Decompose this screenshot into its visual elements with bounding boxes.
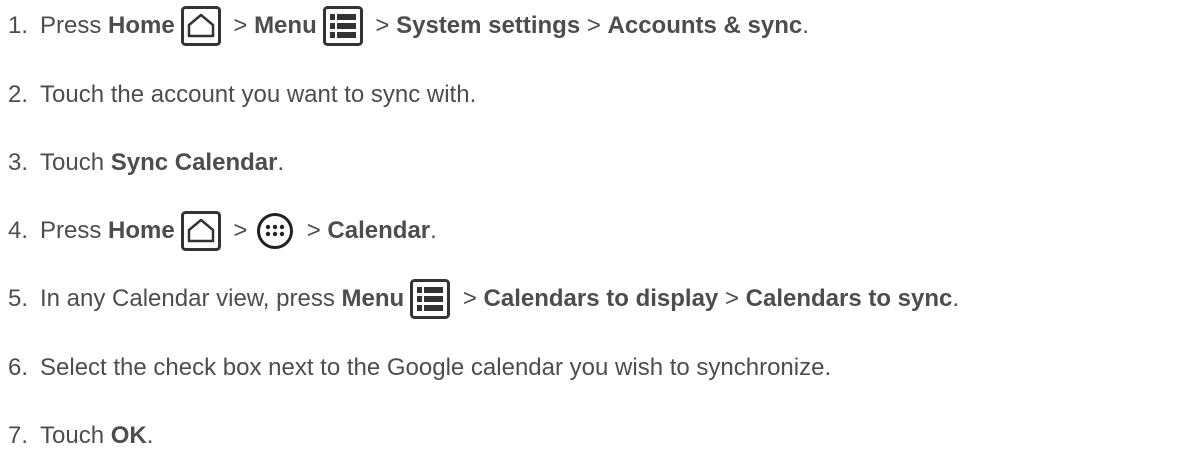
sync-calendar-label: Sync Calendar [110, 149, 278, 176]
separator: > [456, 285, 484, 312]
accounts-sync-label: Accounts & sync [607, 12, 803, 39]
separator: > [368, 12, 397, 39]
menu-label: Menu [254, 12, 317, 39]
step-text: Press [40, 12, 109, 39]
step-2: 2. Touch the account you want to sync wi… [8, 73, 476, 117]
separator: > [580, 12, 608, 39]
calendars-to-sync-label: Calendars to sync [745, 285, 953, 312]
step-text: Touch the account you want to sync with. [40, 81, 477, 108]
period: . [430, 217, 437, 244]
step-text: Touch [40, 149, 111, 176]
step-4: 4. Press Home > > Calendar . [8, 209, 437, 253]
apps-icon [256, 212, 294, 250]
calendars-to-display-label: Calendars to display [483, 285, 719, 312]
step-6: 6. Select the check box next to the Goog… [8, 346, 831, 390]
separator: > [226, 217, 255, 244]
period: . [277, 149, 285, 176]
step-number: 1. [8, 12, 29, 39]
menu-icon [322, 6, 363, 46]
home-icon [180, 6, 221, 46]
step-3: 3. Touch Sync Calendar . [8, 141, 284, 185]
step-number: 2. [8, 81, 29, 108]
step-number: 3. [8, 149, 29, 176]
step-5: 5. In any Calendar view, press Menu > Ca… [8, 277, 959, 321]
home-label: Home [108, 12, 175, 39]
step-1: 1. Press Home > Menu > System settings >… [8, 4, 809, 48]
menu-label: Menu [341, 285, 405, 312]
separator: > [226, 12, 255, 39]
home-icon [180, 211, 221, 251]
separator: > [718, 285, 746, 312]
system-settings-label: System settings [396, 12, 581, 39]
home-label: Home [108, 217, 175, 244]
ok-label: OK [110, 422, 147, 449]
instruction-steps: 1. Press Home > Menu > System settings >… [0, 0, 1184, 461]
step-7: 7. Touch OK . [8, 414, 153, 458]
period: . [802, 12, 809, 39]
calendar-label: Calendar [327, 217, 431, 244]
step-number: 4. [8, 217, 29, 244]
step-text: Select the check box next to the Google … [40, 354, 832, 381]
step-number: 7. [8, 422, 29, 449]
menu-icon [410, 279, 451, 319]
period: . [146, 422, 154, 449]
separator: > [300, 217, 328, 244]
step-number: 6. [8, 354, 29, 381]
step-number: 5. [8, 285, 29, 312]
period: . [952, 285, 960, 312]
step-text: Touch [40, 422, 111, 449]
step-text: Press [40, 217, 109, 244]
step-text: In any Calendar view, press [40, 285, 342, 312]
